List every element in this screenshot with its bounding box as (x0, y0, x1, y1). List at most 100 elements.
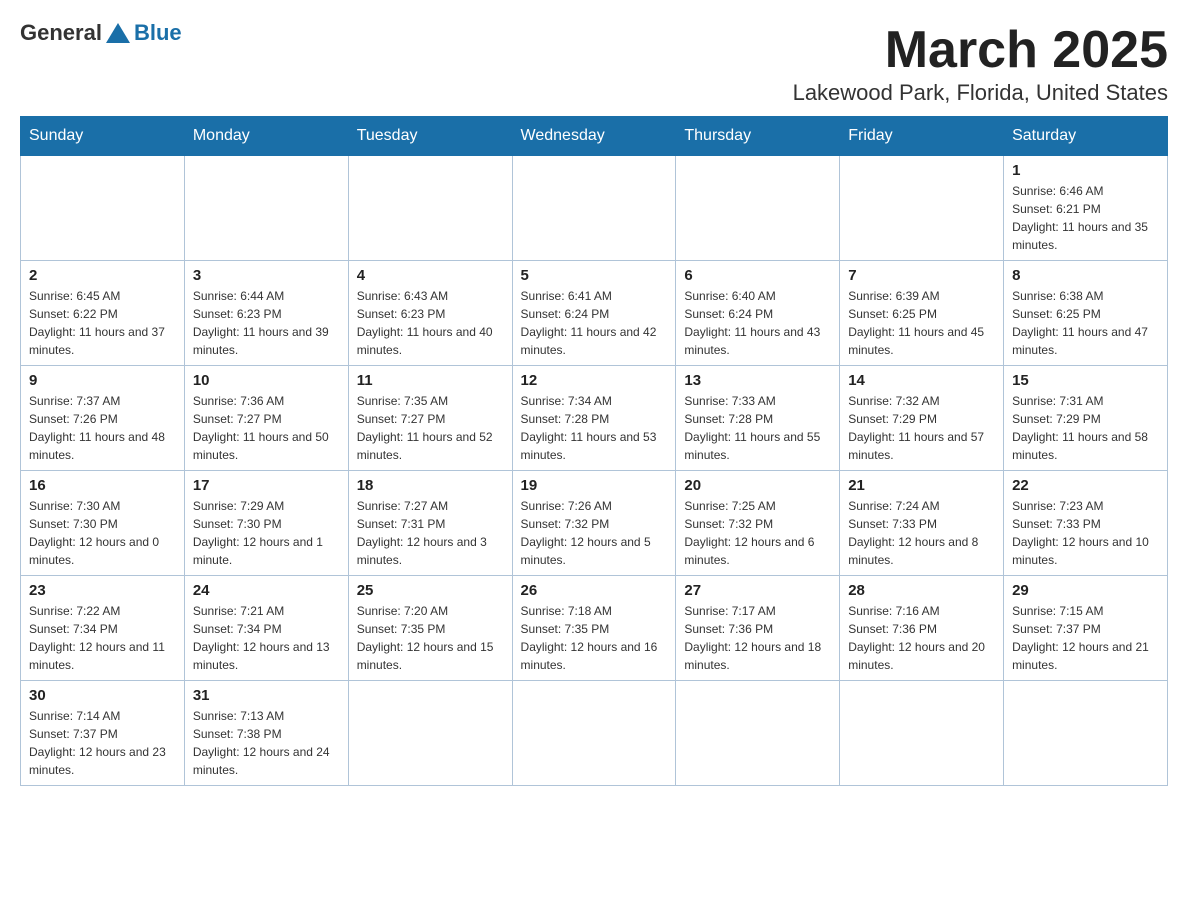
calendar-cell: 24 Sunrise: 7:21 AMSunset: 7:34 PMDayligh… (184, 576, 348, 681)
calendar-week-row: 2Sunrise: 6:45 AMSunset: 6:22 PMDaylight… (21, 261, 1168, 366)
day-number: 13 (684, 372, 831, 389)
calendar-cell: 29Sunrise: 7:15 AMSunset: 7:37 PMDayligh… (1004, 576, 1168, 681)
calendar-week-row: 9 Sunrise: 7:37 AMSunset: 7:26 PMDaylight… (21, 366, 1168, 471)
day-info: Sunrise: 7:20 AMSunset: 7:35 PMDaylight:… (357, 602, 504, 674)
day-number: 19 (521, 477, 668, 494)
calendar-cell: 22 Sunrise: 7:23 AMSunset: 7:33 PMDayligh… (1004, 471, 1168, 576)
calendar-cell: 10 Sunrise: 7:36 AMSunset: 7:27 PMDayligh… (184, 366, 348, 471)
day-number: 17 (193, 477, 340, 494)
calendar-cell: 20 Sunrise: 7:25 AMSunset: 7:32 PMDayligh… (676, 471, 840, 576)
calendar-cell: 9 Sunrise: 7:37 AMSunset: 7:26 PMDaylight… (21, 366, 185, 471)
day-number: 27 (684, 582, 831, 599)
calendar-cell: 18Sunrise: 7:27 AMSunset: 7:31 PMDayligh… (348, 471, 512, 576)
day-info: Sunrise: 7:13 AMSunset: 7:38 PMDaylight:… (193, 707, 340, 779)
day-info: Sunrise: 7:22 AMSunset: 7:34 PMDaylight:… (29, 602, 176, 674)
location-title: Lakewood Park, Florida, United States (793, 80, 1168, 106)
day-info: Sunrise: 7:21 AMSunset: 7:34 PMDaylight:… (193, 602, 340, 674)
day-info: Sunrise: 7:36 AMSunset: 7:27 PMDaylight:… (193, 392, 340, 464)
calendar-week-row: 1Sunrise: 6:46 AMSunset: 6:21 PMDaylight… (21, 156, 1168, 261)
calendar-cell: 4 Sunrise: 6:43 AMSunset: 6:23 PMDaylight… (348, 261, 512, 366)
calendar-cell: 8Sunrise: 6:38 AMSunset: 6:25 PMDaylight… (1004, 261, 1168, 366)
calendar-cell (512, 156, 676, 261)
calendar-cell: 1Sunrise: 6:46 AMSunset: 6:21 PMDaylight… (1004, 156, 1168, 261)
logo-blue-label: Blue (134, 20, 182, 46)
day-info: Sunrise: 7:35 AMSunset: 7:27 PMDaylight:… (357, 392, 504, 464)
day-info: Sunrise: 6:46 AMSunset: 6:21 PMDaylight:… (1012, 182, 1159, 254)
day-info: Sunrise: 7:26 AMSunset: 7:32 PMDaylight:… (521, 497, 668, 569)
weekday-header-sunday: Sunday (21, 117, 185, 156)
calendar-cell (21, 156, 185, 261)
day-number: 3 (193, 267, 340, 284)
calendar-cell: 3 Sunrise: 6:44 AMSunset: 6:23 PMDaylight… (184, 261, 348, 366)
calendar-cell (676, 156, 840, 261)
weekday-header-row: SundayMondayTuesdayWednesdayThursdayFrid… (21, 117, 1168, 156)
day-info: Sunrise: 7:32 AMSunset: 7:29 PMDaylight:… (848, 392, 995, 464)
day-number: 7 (848, 267, 995, 284)
calendar-table: SundayMondayTuesdayWednesdayThursdayFrid… (20, 116, 1168, 786)
calendar-cell: 2Sunrise: 6:45 AMSunset: 6:22 PMDaylight… (21, 261, 185, 366)
calendar-cell (184, 156, 348, 261)
day-number: 22 (1012, 477, 1159, 494)
day-info: Sunrise: 6:39 AMSunset: 6:25 PMDaylight:… (848, 287, 995, 359)
day-info: Sunrise: 7:37 AMSunset: 7:26 PMDaylight:… (29, 392, 176, 464)
month-title: March 2025 (793, 20, 1168, 80)
day-info: Sunrise: 7:16 AMSunset: 7:36 PMDaylight:… (848, 602, 995, 674)
day-info: Sunrise: 7:30 AMSunset: 7:30 PMDaylight:… (29, 497, 176, 569)
day-info: Sunrise: 7:34 AMSunset: 7:28 PMDaylight:… (521, 392, 668, 464)
calendar-cell (840, 156, 1004, 261)
day-info: Sunrise: 7:23 AMSunset: 7:33 PMDaylight:… (1012, 497, 1159, 569)
day-number: 4 (357, 267, 504, 284)
day-info: Sunrise: 6:43 AMSunset: 6:23 PMDaylight:… (357, 287, 504, 359)
page-header: General Blue March 2025 Lakewood Park, F… (20, 20, 1168, 106)
calendar-cell: 16Sunrise: 7:30 AMSunset: 7:30 PMDayligh… (21, 471, 185, 576)
logo-general-label: General (20, 20, 102, 46)
day-info: Sunrise: 6:40 AMSunset: 6:24 PMDaylight:… (684, 287, 831, 359)
day-number: 14 (848, 372, 995, 389)
day-info: Sunrise: 7:33 AMSunset: 7:28 PMDaylight:… (684, 392, 831, 464)
day-number: 20 (684, 477, 831, 494)
calendar-cell: 28 Sunrise: 7:16 AMSunset: 7:36 PMDayligh… (840, 576, 1004, 681)
day-number: 12 (521, 372, 668, 389)
day-number: 29 (1012, 582, 1159, 599)
day-info: Sunrise: 6:44 AMSunset: 6:23 PMDaylight:… (193, 287, 340, 359)
day-number: 6 (684, 267, 831, 284)
day-number: 9 (29, 372, 176, 389)
calendar-cell: 5 Sunrise: 6:41 AMSunset: 6:24 PMDaylight… (512, 261, 676, 366)
day-number: 25 (357, 582, 504, 599)
day-number: 5 (521, 267, 668, 284)
day-number: 31 (193, 687, 340, 704)
calendar-week-row: 16Sunrise: 7:30 AMSunset: 7:30 PMDayligh… (21, 471, 1168, 576)
day-number: 8 (1012, 267, 1159, 284)
day-info: Sunrise: 7:14 AMSunset: 7:37 PMDaylight:… (29, 707, 176, 779)
day-number: 24 (193, 582, 340, 599)
calendar-week-row: 23Sunrise: 7:22 AMSunset: 7:34 PMDayligh… (21, 576, 1168, 681)
calendar-cell: 26Sunrise: 7:18 AMSunset: 7:35 PMDayligh… (512, 576, 676, 681)
day-number: 30 (29, 687, 176, 704)
day-info: Sunrise: 6:41 AMSunset: 6:24 PMDaylight:… (521, 287, 668, 359)
weekday-header-saturday: Saturday (1004, 117, 1168, 156)
title-area: March 2025 Lakewood Park, Florida, Unite… (793, 20, 1168, 106)
calendar-cell (1004, 681, 1168, 786)
day-number: 28 (848, 582, 995, 599)
calendar-cell: 14 Sunrise: 7:32 AMSunset: 7:29 PMDayligh… (840, 366, 1004, 471)
weekday-header-thursday: Thursday (676, 117, 840, 156)
calendar-cell: 27 Sunrise: 7:17 AMSunset: 7:36 PMDayligh… (676, 576, 840, 681)
day-info: Sunrise: 7:18 AMSunset: 7:35 PMDaylight:… (521, 602, 668, 674)
calendar-cell: 23Sunrise: 7:22 AMSunset: 7:34 PMDayligh… (21, 576, 185, 681)
calendar-cell: 30 Sunrise: 7:14 AMSunset: 7:37 PMDayligh… (21, 681, 185, 786)
day-number: 21 (848, 477, 995, 494)
calendar-cell (676, 681, 840, 786)
day-info: Sunrise: 6:45 AMSunset: 6:22 PMDaylight:… (29, 287, 176, 359)
day-info: Sunrise: 7:25 AMSunset: 7:32 PMDaylight:… (684, 497, 831, 569)
calendar-cell (348, 681, 512, 786)
calendar-cell (348, 156, 512, 261)
day-info: Sunrise: 7:17 AMSunset: 7:36 PMDaylight:… (684, 602, 831, 674)
calendar-cell: 25 Sunrise: 7:20 AMSunset: 7:35 PMDayligh… (348, 576, 512, 681)
calendar-cell (512, 681, 676, 786)
calendar-cell: 15 Sunrise: 7:31 AMSunset: 7:29 PMDayligh… (1004, 366, 1168, 471)
day-number: 10 (193, 372, 340, 389)
day-info: Sunrise: 7:27 AMSunset: 7:31 PMDaylight:… (357, 497, 504, 569)
day-number: 15 (1012, 372, 1159, 389)
day-info: Sunrise: 7:31 AMSunset: 7:29 PMDaylight:… (1012, 392, 1159, 464)
weekday-header-monday: Monday (184, 117, 348, 156)
